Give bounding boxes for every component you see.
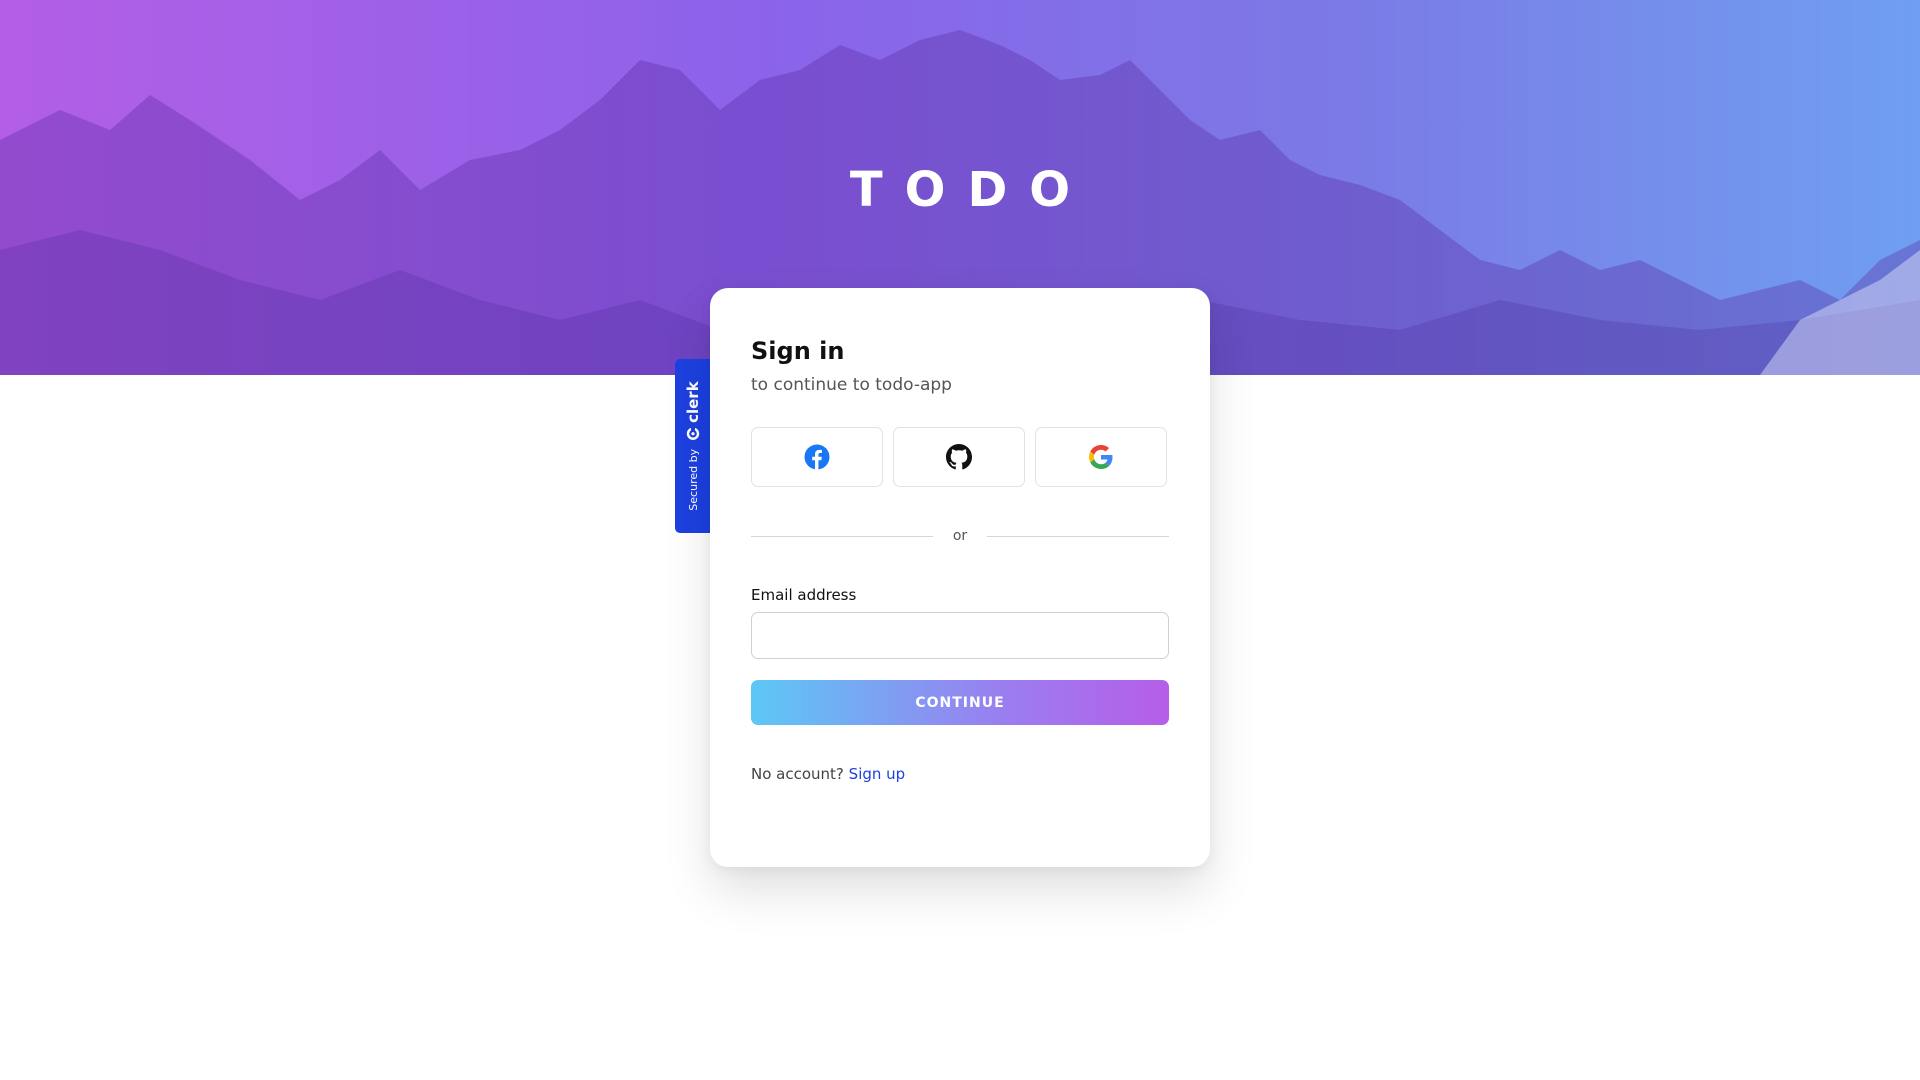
email-label: Email address bbox=[751, 586, 857, 604]
continue-button[interactable]: CONTINUE bbox=[751, 680, 1169, 725]
divider-text: or bbox=[952, 528, 968, 544]
divider-line-right bbox=[987, 535, 1170, 537]
facebook-login-button[interactable] bbox=[751, 427, 883, 487]
no-account-text: No account? bbox=[751, 765, 844, 783]
secured-by-clerk-badge[interactable]: Secured by clerk bbox=[675, 359, 710, 533]
facebook-icon bbox=[804, 444, 830, 470]
divider-line-left bbox=[751, 535, 933, 537]
app-title: TODO bbox=[849, 162, 1093, 218]
clerk-logo: clerk bbox=[684, 381, 702, 441]
email-field[interactable] bbox=[751, 612, 1169, 659]
signin-title: Sign in bbox=[751, 337, 845, 365]
github-login-button[interactable] bbox=[893, 427, 1025, 487]
clerk-icon bbox=[686, 426, 699, 441]
signin-card: Sign in to continue to todo-app or Email… bbox=[710, 288, 1210, 867]
signup-prompt: No account? Sign up bbox=[751, 765, 1169, 783]
or-divider: or bbox=[751, 528, 1170, 544]
clerk-brand-text: clerk bbox=[683, 381, 702, 423]
signin-subtitle: to continue to todo-app bbox=[751, 375, 952, 395]
secured-by-text: Secured by bbox=[686, 448, 699, 511]
google-login-button[interactable] bbox=[1035, 427, 1167, 487]
google-icon bbox=[1089, 445, 1113, 469]
social-login-row bbox=[751, 427, 1169, 487]
signup-link[interactable]: Sign up bbox=[849, 765, 906, 783]
github-icon bbox=[946, 444, 972, 470]
